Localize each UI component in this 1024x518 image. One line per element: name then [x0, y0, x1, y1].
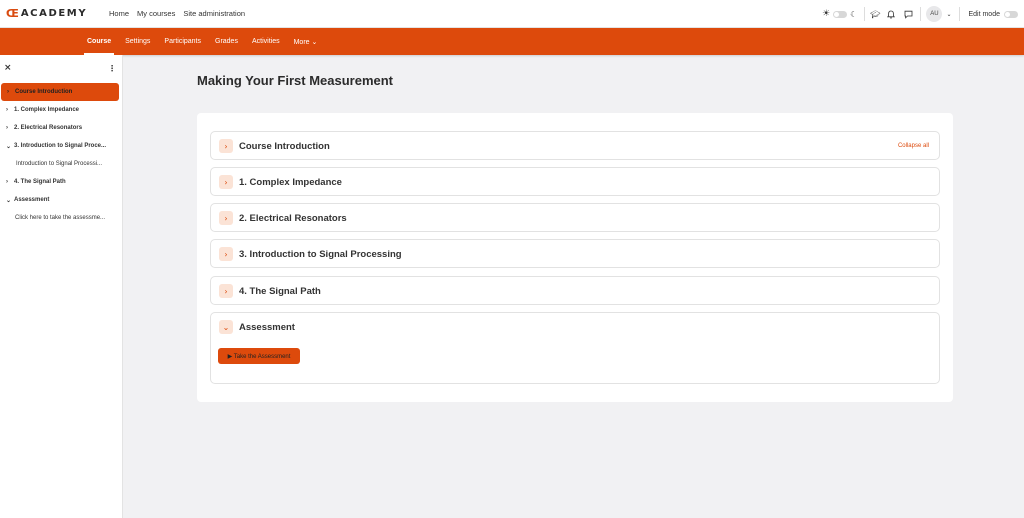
page-title: Making Your First Measurement [197, 73, 394, 88]
top-navbar: Œ ACADEMY Home My courses Site administr… [0, 0, 1024, 28]
drawer-item-assessment[interactable]: ⌄ Assessment [0, 191, 122, 209]
course-content-card: › Course Introduction Collapse all › 1. … [197, 113, 953, 402]
nav-site-admin-link[interactable]: Site administration [183, 9, 245, 18]
drawer-item-label: 2. Electrical Resonators [14, 125, 83, 131]
section-course-introduction: › Course Introduction Collapse all [210, 131, 940, 160]
section-title[interactable]: 4. The Signal Path [239, 286, 321, 297]
course-secondary-nav: Course Settings Participants Grades Acti… [0, 28, 1024, 55]
chat-icon[interactable] [904, 10, 913, 19]
tab-course[interactable]: Course [80, 28, 118, 55]
divider [864, 7, 866, 21]
edit-mode-toggle[interactable] [1004, 10, 1018, 18]
drawer-item-signal-path[interactable]: › 4. The Signal Path [0, 173, 122, 191]
primary-nav: Home My courses Site administration [109, 9, 245, 18]
drawer-subitem-signal-processing-activity[interactable]: Introduction to Signal Processi... [0, 155, 122, 173]
section-title[interactable]: Assessment [239, 322, 295, 333]
section-signal-processing: › 3. Introduction to Signal Processing [210, 239, 940, 268]
nav-home-link[interactable]: Home [109, 9, 129, 18]
collapse-all-link[interactable]: Collapse all [898, 143, 929, 149]
section-title[interactable]: 2. Electrical Resonators [239, 213, 347, 224]
close-icon[interactable]: × [4, 63, 12, 73]
theme-toggle[interactable] [833, 10, 848, 18]
section-title[interactable]: 3. Introduction to Signal Processing [239, 249, 402, 260]
tab-grades[interactable]: Grades [208, 28, 245, 55]
drawer-item-label: Course Introduction [15, 89, 73, 95]
drawer-item-label: 3. Introduction to Signal Proce... [14, 143, 107, 149]
drawer-subitem-assessment-activity[interactable]: Click here to take the assessme... [0, 209, 122, 227]
course-index-drawer: × ⋮ › Course Introduction › 1. Complex I… [0, 55, 123, 518]
drawer-header: × ⋮ [0, 55, 122, 81]
drawer-item-complex-impedance[interactable]: › 1. Complex Impedance [0, 101, 122, 119]
logo-text: ACADEMY [20, 8, 88, 19]
chevron-right-icon: › [6, 107, 8, 113]
bell-icon[interactable] [887, 10, 896, 19]
tab-participants[interactable]: Participants [157, 28, 208, 55]
chevron-right-icon: › [6, 179, 8, 185]
take-assessment-button[interactable]: ▶ Take the Assessment [218, 348, 300, 364]
chevron-down-icon: ⌄ [6, 197, 12, 204]
expand-chevron-icon[interactable]: › [219, 211, 233, 225]
tab-more[interactable]: More ⌄ [287, 28, 325, 55]
drawer-item-label: 1. Complex Impedance [14, 107, 80, 113]
top-right-controls: ☀ ☾ 🎓︎ AU ⌄ Edit mode [822, 0, 1024, 28]
expand-chevron-icon[interactable]: › [219, 247, 233, 261]
drawer-item-signal-processing[interactable]: ⌄ 3. Introduction to Signal Proce... [0, 137, 122, 155]
edit-mode-label: Edit mode [968, 10, 1000, 18]
collapse-chevron-icon[interactable]: ⌄ [219, 320, 233, 334]
drawer-item-course-introduction[interactable]: › Course Introduction [1, 83, 119, 101]
chevron-right-icon: › [6, 125, 8, 131]
expand-chevron-icon[interactable]: › [219, 139, 233, 153]
drawer-item-label: Assessment [14, 197, 50, 203]
divider [959, 7, 961, 21]
academy-logo[interactable]: Œ ACADEMY [6, 7, 90, 20]
chevron-down-icon: ⌄ [6, 143, 12, 150]
expand-chevron-icon[interactable]: › [219, 284, 233, 298]
section-electrical-resonators: › 2. Electrical Resonators [210, 203, 940, 232]
sun-icon: ☀ [822, 9, 831, 19]
kebab-menu-icon[interactable]: ⋮ [108, 64, 116, 73]
expand-chevron-icon[interactable]: › [219, 175, 233, 189]
moon-icon: ☾ [850, 9, 858, 19]
drawer-item-electrical-resonators[interactable]: › 2. Electrical Resonators [0, 119, 122, 137]
chevron-right-icon: › [7, 89, 9, 95]
logo-mark: Œ [6, 7, 19, 20]
user-avatar[interactable]: AU [926, 6, 943, 22]
tab-settings[interactable]: Settings [118, 28, 157, 55]
chevron-down-icon[interactable]: ⌄ [946, 11, 951, 18]
section-signal-path: › 4. The Signal Path [210, 276, 940, 305]
tab-activities[interactable]: Activities [245, 28, 287, 55]
graduation-cap-icon[interactable]: 🎓︎ [870, 10, 880, 19]
drawer-item-label: 4. The Signal Path [14, 179, 66, 185]
nav-my-courses-link[interactable]: My courses [137, 9, 175, 18]
section-assessment: ⌄ Assessment ▶ Take the Assessment [210, 312, 940, 384]
section-title[interactable]: Course Introduction [239, 141, 330, 152]
section-complex-impedance: › 1. Complex Impedance [210, 167, 940, 196]
divider [920, 7, 922, 21]
section-title[interactable]: 1. Complex Impedance [239, 177, 342, 188]
